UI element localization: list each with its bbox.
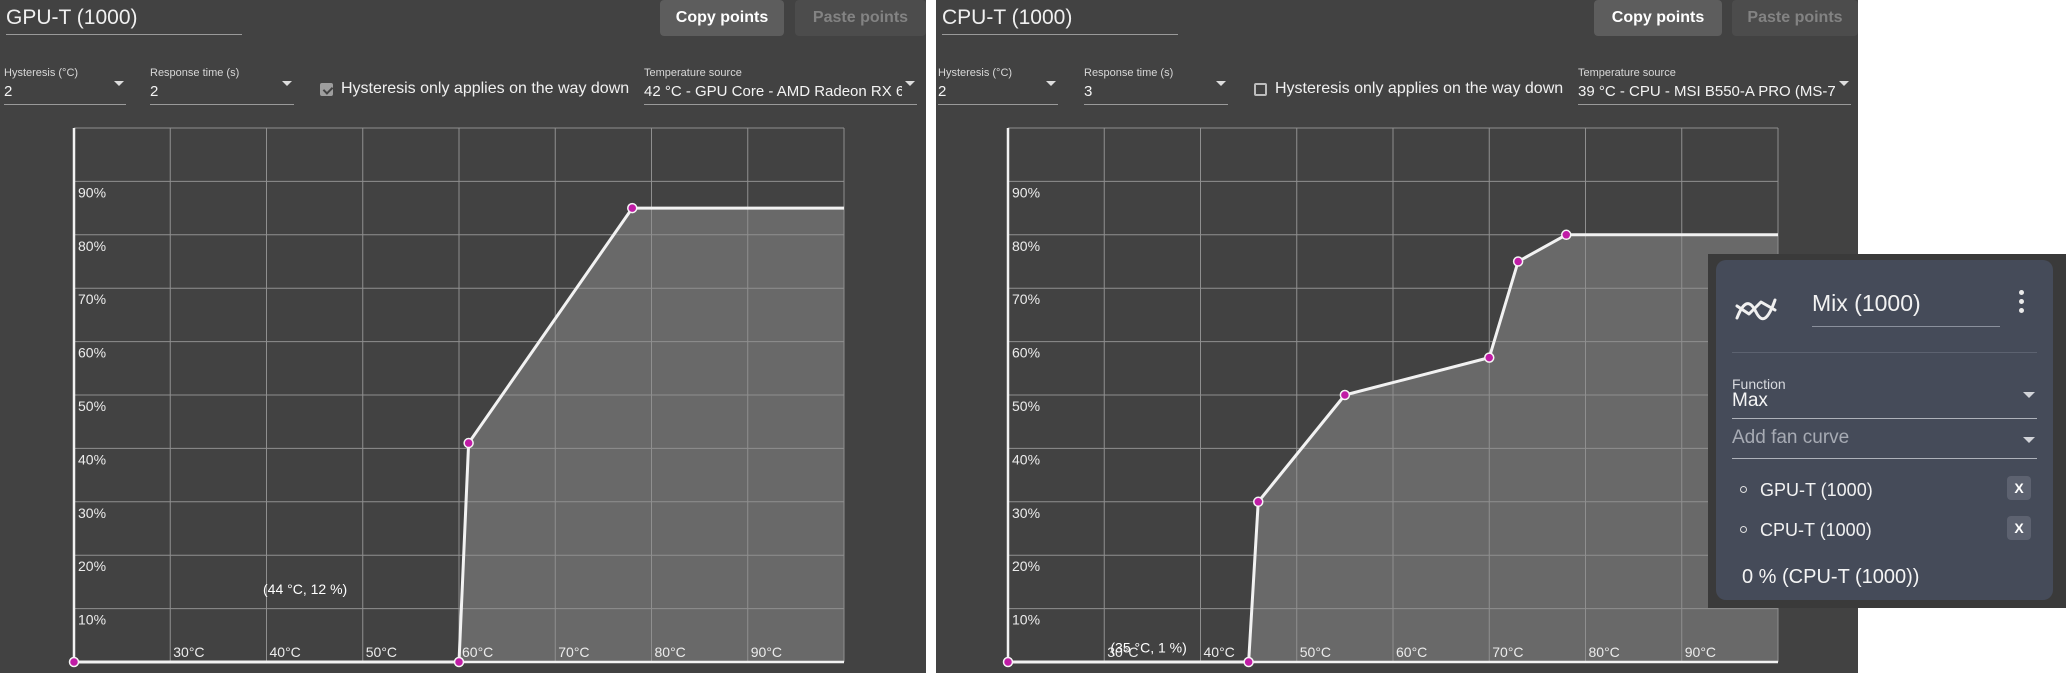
curve-point-handle[interactable]	[1512, 256, 1524, 267]
y-tick-label: 50%	[1012, 398, 1040, 414]
y-tick-label: 40%	[78, 451, 106, 467]
curve-point-handle[interactable]	[1243, 656, 1254, 668]
y-tick-label: 90%	[1012, 184, 1040, 200]
curve-point-handle[interactable]	[1339, 389, 1351, 401]
y-tick-label: 30%	[1012, 505, 1040, 521]
mix-curve-card: Mix (1000) Function Max Add fan curve GP…	[1708, 254, 2066, 608]
remove-curve-button[interactable]: X	[2007, 476, 2031, 500]
curve-point-handle[interactable]	[1484, 352, 1495, 363]
y-tick-label: 90%	[78, 184, 106, 200]
chevron-down-icon	[2023, 437, 2035, 443]
curve-point-handle[interactable]	[627, 202, 638, 214]
mix-curve-item: GPU-T (1000) X	[1740, 476, 2031, 506]
y-tick-label: 40%	[1012, 451, 1040, 467]
y-tick-label: 10%	[78, 612, 106, 628]
y-tick-label: 80%	[78, 238, 106, 254]
x-tick-label: 70°C	[1492, 644, 1523, 660]
curve-point-handle[interactable]	[1253, 496, 1264, 508]
y-tick-label: 80%	[1012, 238, 1040, 254]
x-tick-label: 50°C	[1300, 644, 1331, 660]
y-tick-label: 60%	[78, 345, 106, 361]
mix-curve-item: CPU-T (1000) X	[1740, 516, 2031, 546]
x-tick-label: 40°C	[1204, 644, 1235, 660]
field-underline	[1732, 458, 2037, 459]
x-tick-label: 50°C	[366, 644, 397, 660]
x-tick-label: 60°C	[1396, 644, 1427, 660]
x-tick-label: 80°C	[655, 644, 686, 660]
mix-curve-icon	[1735, 298, 1777, 321]
remove-curve-button[interactable]: X	[2007, 516, 2031, 540]
y-tick-label: 20%	[78, 558, 106, 574]
chevron-down-icon	[2023, 392, 2035, 398]
x-tick-label: 80°C	[1589, 644, 1620, 660]
more-menu-icon[interactable]	[2019, 290, 2025, 316]
y-tick-label: 70%	[78, 291, 106, 307]
function-select[interactable]: Function Max	[1732, 376, 2037, 420]
cursor-readout: (35 °C, 1 %)	[1110, 640, 1186, 656]
add-fan-curve-select[interactable]: Add fan curve	[1732, 427, 2037, 467]
fan-curve-chart[interactable]: 10% 20% 30% 40% 50% 60% 70% 80% 90% 30°C 40°C 50°C 6…	[0, 0, 926, 673]
divider	[1732, 352, 2037, 353]
curve-point-handle[interactable]	[1561, 229, 1572, 241]
x-tick-label: 30°C	[173, 644, 204, 660]
y-tick-label: 70%	[1012, 291, 1040, 307]
bullet-icon	[1740, 486, 1747, 493]
mix-curve-label: GPU-T (1000)	[1760, 480, 1873, 500]
mix-curve-label: CPU-T (1000)	[1760, 520, 1872, 540]
y-tick-label: 20%	[1012, 558, 1040, 574]
field-underline	[1732, 418, 2037, 419]
curve-point-handle[interactable]	[1002, 656, 1014, 668]
y-tick-label: 50%	[78, 398, 106, 414]
gpu-curve-panel: GPU-T (1000) Copy points Paste points Hy…	[0, 0, 926, 673]
mix-card-body: Mix (1000) Function Max Add fan curve GP…	[1716, 260, 2053, 600]
y-tick-label: 10%	[1012, 612, 1040, 628]
curve-point-handle[interactable]	[68, 656, 80, 668]
x-tick-label: 90°C	[751, 644, 782, 660]
curve-point-handle[interactable]	[463, 437, 474, 449]
mix-status-text: 0 % (CPU-T (1000))	[1742, 566, 1920, 588]
add-fan-curve-placeholder: Add fan curve	[1732, 427, 1850, 448]
x-tick-label: 70°C	[558, 644, 589, 660]
function-value: Max	[1732, 390, 1768, 411]
x-tick-label: 90°C	[1685, 644, 1716, 660]
curve-point-handle[interactable]	[453, 656, 465, 668]
y-tick-label: 30%	[78, 505, 106, 521]
y-tick-label: 60%	[1012, 345, 1040, 361]
x-tick-label: 40°C	[270, 644, 301, 660]
cursor-readout: (44 °C, 12 %)	[263, 581, 347, 597]
bullet-icon	[1740, 526, 1747, 533]
x-tick-label: 60°C	[462, 644, 493, 660]
mix-name-field[interactable]: Mix (1000)	[1812, 290, 2000, 327]
